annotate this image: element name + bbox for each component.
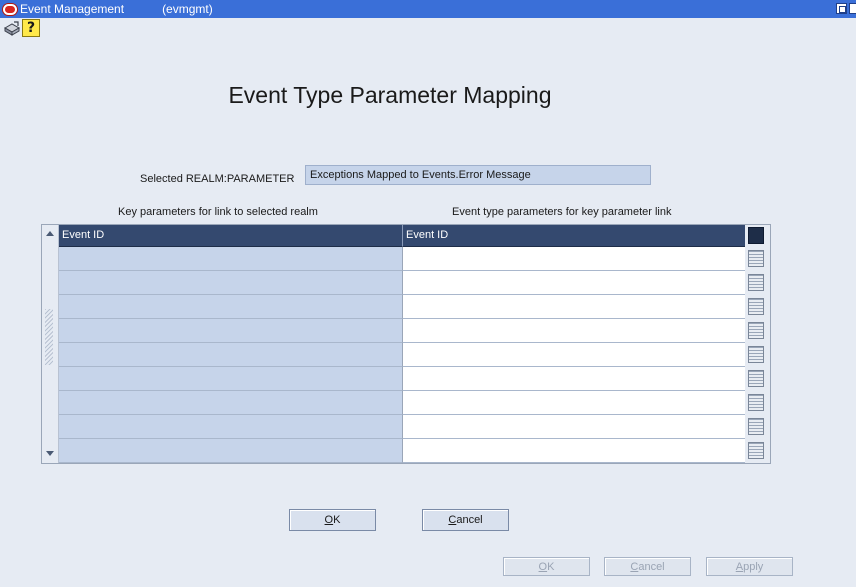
scroll-up-icon[interactable] <box>46 231 54 236</box>
title-bar: Event Management (evmgmt) <box>0 0 856 18</box>
row-selector-button[interactable] <box>748 250 764 267</box>
event-type-parameter-cell[interactable] <box>403 295 745 319</box>
key-parameter-cell[interactable] <box>59 247 403 271</box>
scroll-grip[interactable] <box>45 309 53 365</box>
key-parameter-cell[interactable] <box>59 391 403 415</box>
help-icon[interactable]: ? <box>22 19 40 37</box>
column-header-type-event-id[interactable]: Event ID <box>403 225 745 247</box>
page-title: Event Type Parameter Mapping <box>228 82 552 108</box>
close-window-button[interactable] <box>849 3 856 14</box>
key-parameter-cell[interactable] <box>59 295 403 319</box>
cancel-label-rest: ancel <box>456 514 483 526</box>
key-parameter-cell[interactable] <box>59 319 403 343</box>
key-parameter-cell[interactable] <box>59 271 403 295</box>
event-type-parameter-cell[interactable] <box>403 271 745 295</box>
table-grid: Event ID Event ID <box>59 225 745 463</box>
footer-cancel-mnemonic: C <box>630 560 639 573</box>
footer-ok-label-rest: K <box>547 560 555 573</box>
key-parameter-cell[interactable] <box>59 343 403 367</box>
row-selector-button[interactable] <box>748 394 764 411</box>
event-type-parameter-cell[interactable] <box>403 319 745 343</box>
ok-mnemonic: O <box>324 514 334 526</box>
scroll-down-icon[interactable] <box>46 451 54 456</box>
selected-parameter-field: Exceptions Mapped to Events.Error Messag… <box>305 165 651 185</box>
vertical-scrollbar[interactable] <box>42 225 59 463</box>
window-title: Event Management <box>20 2 125 16</box>
table-row[interactable] <box>59 343 745 367</box>
key-parameter-cell[interactable] <box>59 367 403 391</box>
row-selector-button[interactable] <box>748 227 764 244</box>
event-type-parameter-cell[interactable] <box>403 439 745 463</box>
event-type-parameter-cell[interactable] <box>403 415 745 439</box>
footer-apply-mnemonic: A <box>735 560 744 573</box>
event-type-parameter-cell[interactable] <box>403 367 745 391</box>
key-parameter-cell[interactable] <box>59 415 403 439</box>
action-icon[interactable] <box>3 19 21 37</box>
event-type-parameter-cell[interactable] <box>403 343 745 367</box>
footer-cancel-button[interactable]: Cancel <box>604 557 691 576</box>
table-row[interactable] <box>59 319 745 343</box>
selected-parameter-label: Selected REALM:PARAMETER <box>140 173 295 185</box>
parameter-mapping-table: Event ID Event ID <box>41 224 771 464</box>
footer-cancel-label-rest: ancel <box>638 560 665 573</box>
cancel-button[interactable]: Cancel <box>422 509 509 531</box>
table-row[interactable] <box>59 367 745 391</box>
table-row[interactable] <box>59 415 745 439</box>
oracle-logo-icon <box>3 3 17 15</box>
ok-button[interactable]: OK <box>289 509 376 531</box>
key-parameters-caption: Key parameters for link to selected real… <box>118 206 318 218</box>
ok-label-rest: K <box>333 514 341 526</box>
column-header-key-event-id[interactable]: Event ID <box>59 225 403 247</box>
window-module: (evmgmt) <box>162 2 213 16</box>
table-row[interactable] <box>59 271 745 295</box>
toolbar: ? <box>0 18 856 38</box>
event-type-parameter-cell[interactable] <box>403 391 745 415</box>
table-row[interactable] <box>59 247 745 271</box>
row-selector-button[interactable] <box>748 442 764 459</box>
table-row[interactable] <box>59 439 745 463</box>
row-selector-button[interactable] <box>748 274 764 291</box>
row-selector-column <box>747 225 767 463</box>
row-selector-button[interactable] <box>748 322 764 339</box>
row-selector-button[interactable] <box>748 298 764 315</box>
footer-apply-label-rest: pply <box>743 560 764 573</box>
footer-apply-button[interactable]: Apply <box>706 557 793 576</box>
row-selector-button[interactable] <box>748 370 764 387</box>
event-type-parameter-cell[interactable] <box>403 247 745 271</box>
cancel-mnemonic: C <box>448 514 457 526</box>
key-parameter-cell[interactable] <box>59 439 403 463</box>
row-selector-button[interactable] <box>748 418 764 435</box>
restore-window-button[interactable] <box>836 3 847 14</box>
footer-ok-mnemonic: O <box>538 560 548 573</box>
row-selector-button[interactable] <box>748 346 764 363</box>
table-header-row: Event ID Event ID <box>59 225 745 247</box>
footer-ok-button[interactable]: OK <box>503 557 590 576</box>
event-type-parameters-caption: Event type parameters for key parameter … <box>452 206 672 218</box>
table-row[interactable] <box>59 391 745 415</box>
table-row[interactable] <box>59 295 745 319</box>
